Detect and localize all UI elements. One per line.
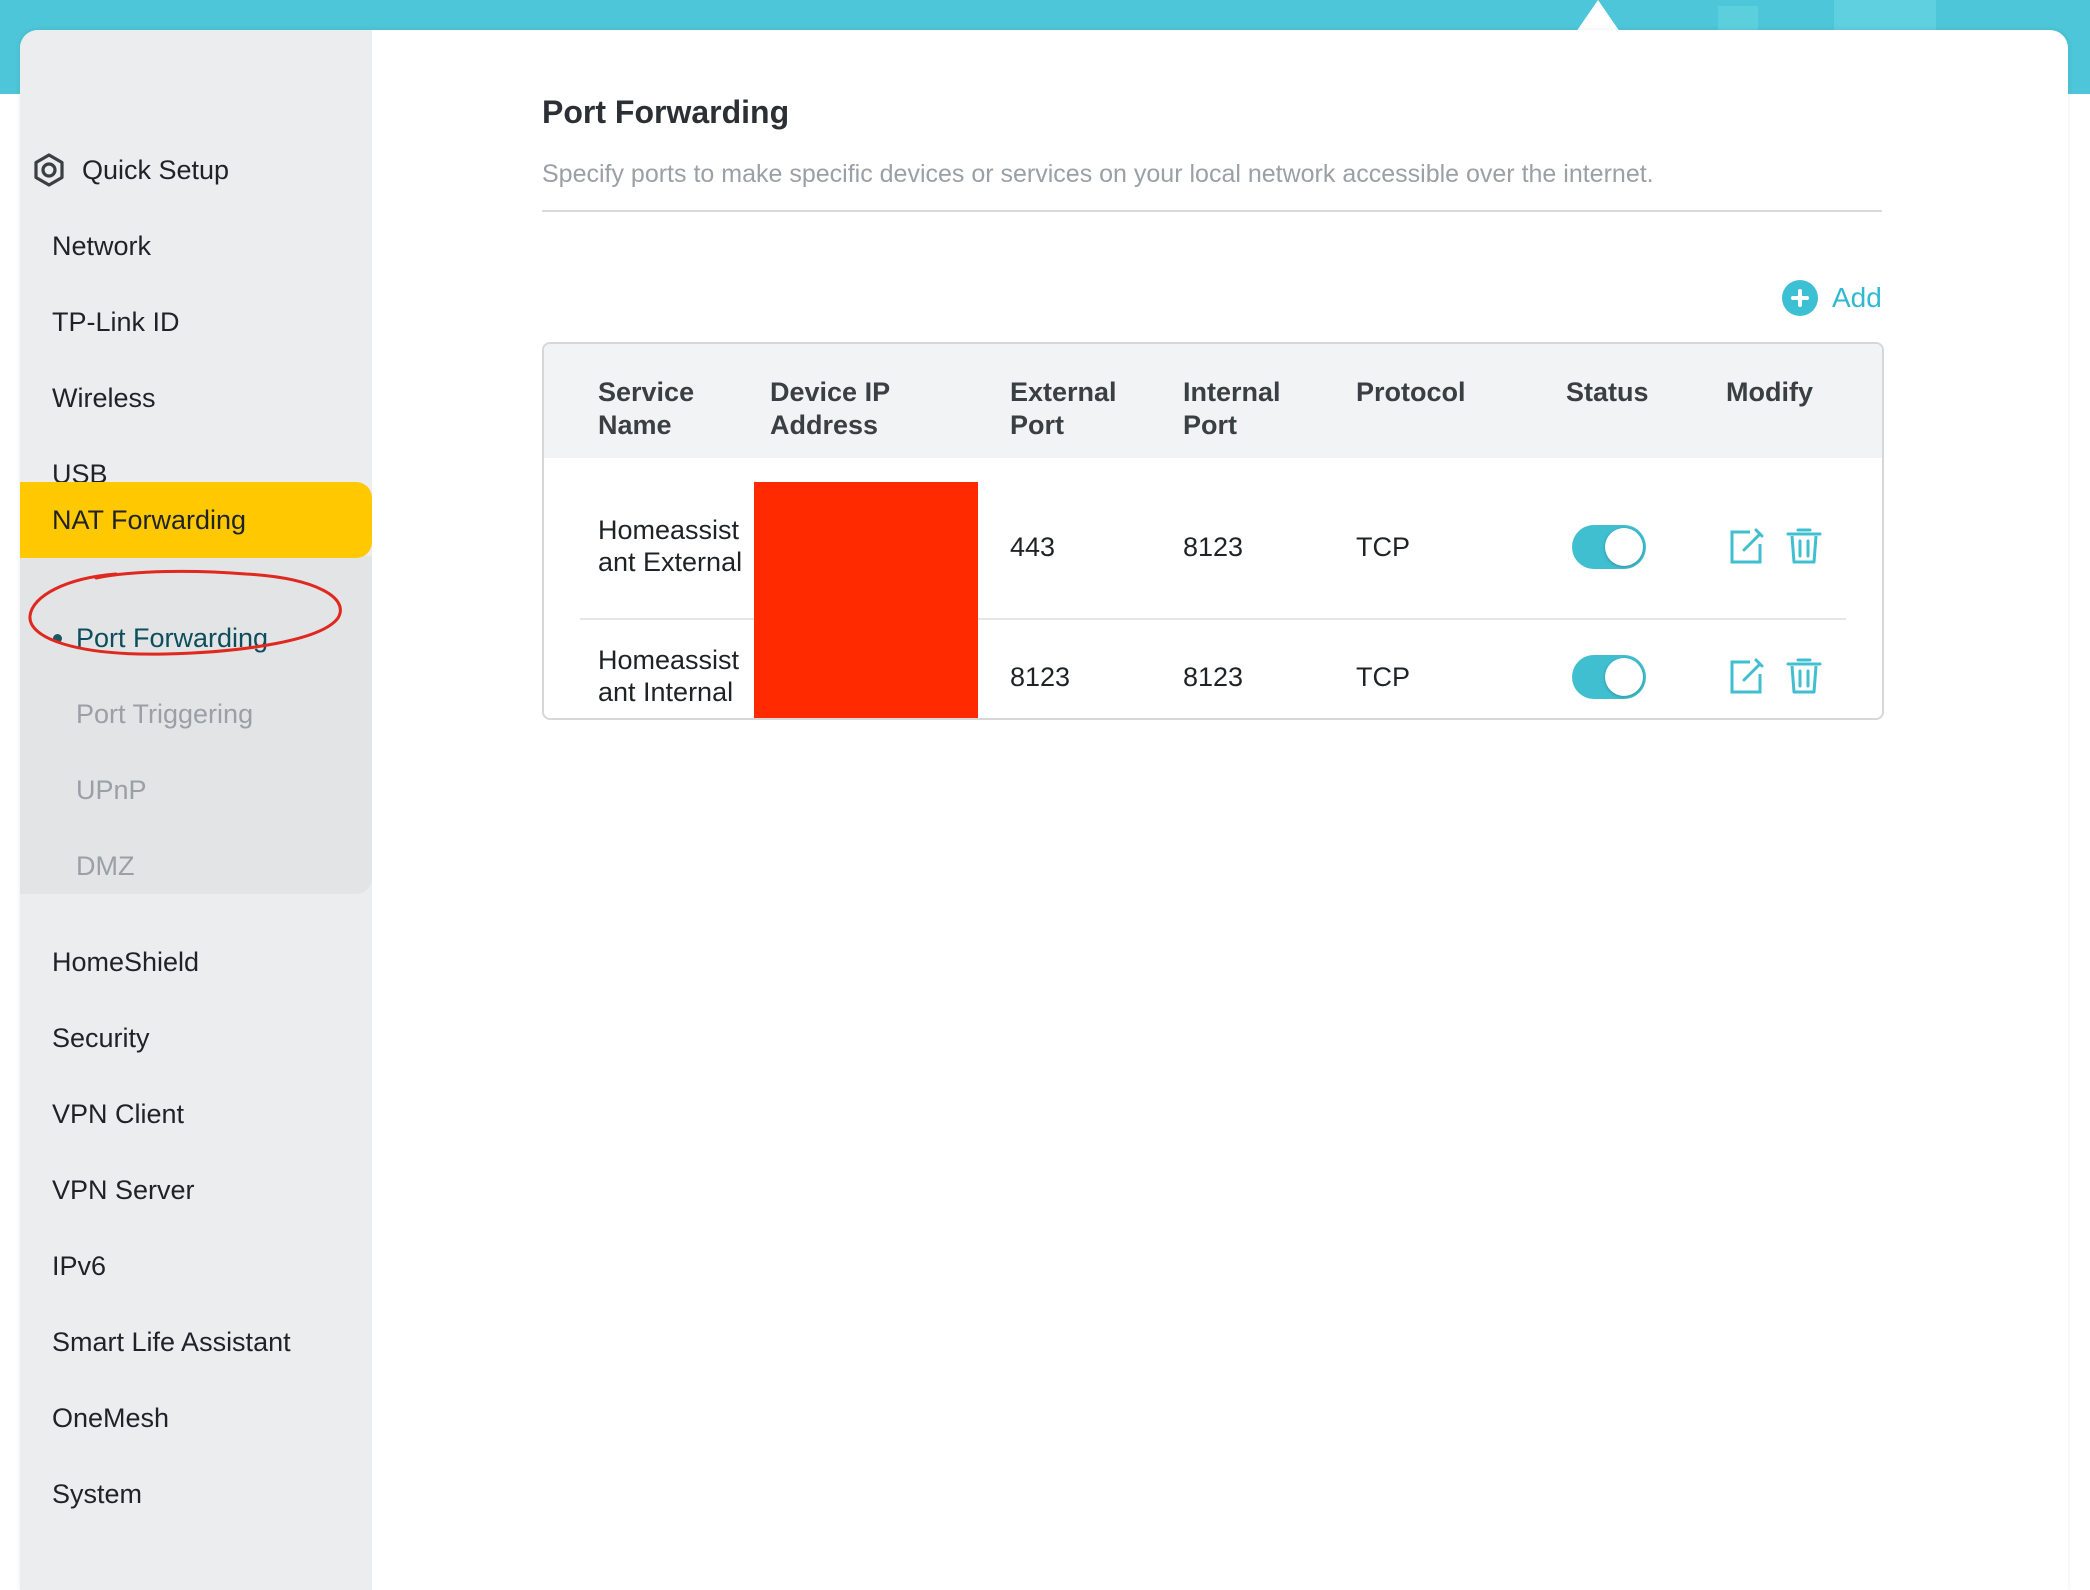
cell-external-port: 8123	[1010, 662, 1071, 692]
sidebar-item-quick-setup[interactable]: Quick Setup	[20, 132, 372, 208]
table-row: Homeassist ant External 443 8123 TCP	[544, 482, 1882, 612]
sidebar-item-label: TP-Link ID	[52, 306, 180, 337]
active-indicator-dot	[53, 633, 62, 643]
port-forwarding-table: Service Name Device IP Address External …	[542, 342, 1884, 720]
toggle-knob	[1605, 658, 1643, 696]
plus-circle-icon	[1782, 280, 1818, 316]
sidebar-item-tp-link-id[interactable]: TP-Link ID	[20, 284, 372, 360]
add-label: Add	[1832, 282, 1882, 313]
column-header-internal-port: Internal Port	[1183, 377, 1281, 440]
sidebar-item-nat-forwarding[interactable]: NAT Forwarding	[20, 482, 372, 558]
table-row: Homeassist ant Internal 8123 8123 TCP	[544, 612, 1882, 718]
cell-external-port: 443	[1010, 532, 1056, 562]
banner-decoration	[1718, 6, 1758, 30]
column-header-protocol: Protocol	[1356, 377, 1466, 407]
cell-service-name: Homeassist ant External	[598, 515, 743, 577]
sidebar-item-label: Quick Setup	[82, 154, 230, 185]
sidebar-item-security[interactable]: Security	[20, 1000, 372, 1076]
submenu-item-port-triggering[interactable]: Port Triggering	[20, 676, 372, 752]
page-description: Specify ports to make specific devices o…	[542, 160, 1654, 188]
sidebar-item-label: NAT Forwarding	[52, 504, 247, 535]
column-header-modify: Modify	[1726, 377, 1813, 407]
nat-forwarding-submenu: Port Forwarding Port Triggering UPnP DMZ	[20, 556, 372, 894]
cell-protocol: TCP	[1356, 662, 1410, 692]
status-toggle[interactable]	[1572, 655, 1646, 699]
sidebar-item-homeshield[interactable]: HomeShield	[20, 924, 372, 1000]
column-header-status: Status	[1566, 377, 1649, 407]
sidebar-item-label: Wireless	[52, 382, 156, 413]
submenu-item-label: UPnP	[76, 774, 147, 805]
title-divider	[542, 210, 1882, 212]
sidebar-item-vpn-client[interactable]: VPN Client	[20, 1076, 372, 1152]
sidebar-item-label: VPN Server	[52, 1174, 195, 1205]
add-rule-button[interactable]: Add	[1782, 278, 1882, 318]
sidebar-item-wireless[interactable]: Wireless	[20, 360, 372, 436]
sidebar-item-label: Smart Life Assistant	[52, 1326, 291, 1357]
sidebar-item-onemesh[interactable]: OneMesh	[20, 1380, 372, 1456]
edit-icon[interactable]	[1726, 526, 1766, 568]
submenu-item-upnp[interactable]: UPnP	[20, 752, 372, 828]
submenu-item-label: Port Forwarding	[76, 622, 269, 653]
column-header-external-port: External Port	[1010, 377, 1117, 440]
content-card: Quick Setup Network TP-Link ID Wireless …	[20, 30, 2068, 1590]
submenu-item-label: DMZ	[76, 850, 135, 881]
sidebar-item-smart-life-assistant[interactable]: Smart Life Assistant	[20, 1304, 372, 1380]
sidebar-item-label: VPN Client	[52, 1098, 185, 1129]
page-title: Port Forwarding	[542, 94, 790, 130]
gear-icon	[32, 153, 66, 187]
cell-service-name: Homeassist ant Internal	[598, 645, 740, 707]
sidebar-item-label: IPv6	[52, 1250, 107, 1281]
status-toggle[interactable]	[1572, 525, 1646, 569]
table-header: Service Name Device IP Address External …	[544, 344, 1882, 458]
column-header-service-name: Service Name	[598, 377, 695, 440]
banner-notch	[1576, 0, 1620, 32]
sidebar-item-label: OneMesh	[52, 1402, 170, 1433]
column-header-device-ip: Device IP Address	[770, 377, 891, 440]
cell-protocol: TCP	[1356, 532, 1410, 562]
sidebar-item-label: System	[52, 1478, 143, 1509]
sidebar-item-label: Network	[52, 230, 152, 261]
redacted-ip-address	[754, 482, 978, 612]
sidebar: Quick Setup Network TP-Link ID Wireless …	[20, 30, 372, 1590]
banner-decoration	[1834, 0, 1936, 30]
submenu-item-port-forwarding[interactable]: Port Forwarding	[20, 600, 372, 676]
submenu-item-label: Port Triggering	[76, 698, 254, 729]
sidebar-item-label: HomeShield	[52, 946, 200, 977]
cell-internal-port: 8123	[1183, 532, 1244, 562]
trash-icon[interactable]	[1784, 654, 1824, 696]
submenu-item-dmz[interactable]: DMZ	[20, 828, 372, 904]
sidebar-item-vpn-server[interactable]: VPN Server	[20, 1152, 372, 1228]
main-content: Port Forwarding Specify ports to make sp…	[372, 30, 2068, 1590]
sidebar-item-label: Security	[52, 1022, 150, 1053]
toggle-knob	[1605, 528, 1643, 566]
trash-icon[interactable]	[1784, 524, 1824, 566]
redacted-ip-address	[754, 612, 978, 718]
edit-icon[interactable]	[1726, 656, 1766, 698]
sidebar-item-network[interactable]: Network	[20, 208, 372, 284]
sidebar-item-ipv6[interactable]: IPv6	[20, 1228, 372, 1304]
cell-internal-port: 8123	[1183, 662, 1244, 692]
sidebar-item-system[interactable]: System	[20, 1456, 372, 1532]
